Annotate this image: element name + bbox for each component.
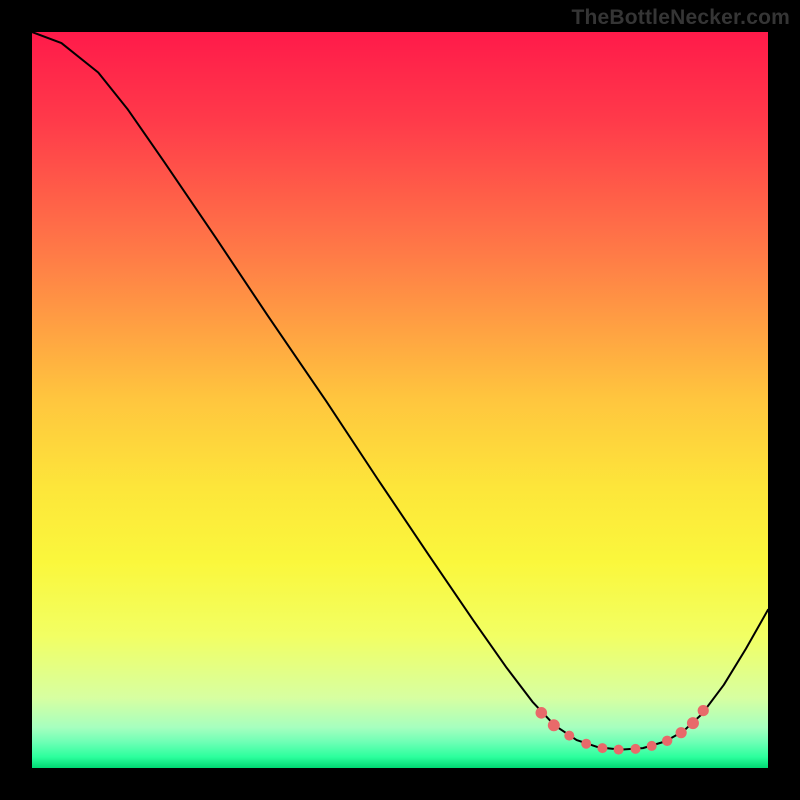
chart-frame: TheBottleNecker.com: [0, 0, 800, 800]
plot-area: [32, 32, 768, 768]
marker-dot: [698, 705, 709, 716]
bottleneck-chart: [32, 32, 768, 768]
marker-dot: [564, 731, 574, 741]
watermark-text: TheBottleNecker.com: [571, 6, 790, 30]
marker-dot: [687, 717, 699, 729]
marker-dot: [597, 743, 607, 753]
marker-dot: [662, 736, 672, 746]
marker-dot: [631, 744, 641, 754]
marker-dot: [536, 707, 548, 719]
marker-dot: [614, 745, 624, 755]
marker-dot: [647, 741, 657, 751]
marker-dot: [548, 719, 560, 731]
marker-dot: [581, 739, 591, 749]
gradient-background: [32, 32, 768, 768]
marker-dot: [676, 727, 687, 738]
